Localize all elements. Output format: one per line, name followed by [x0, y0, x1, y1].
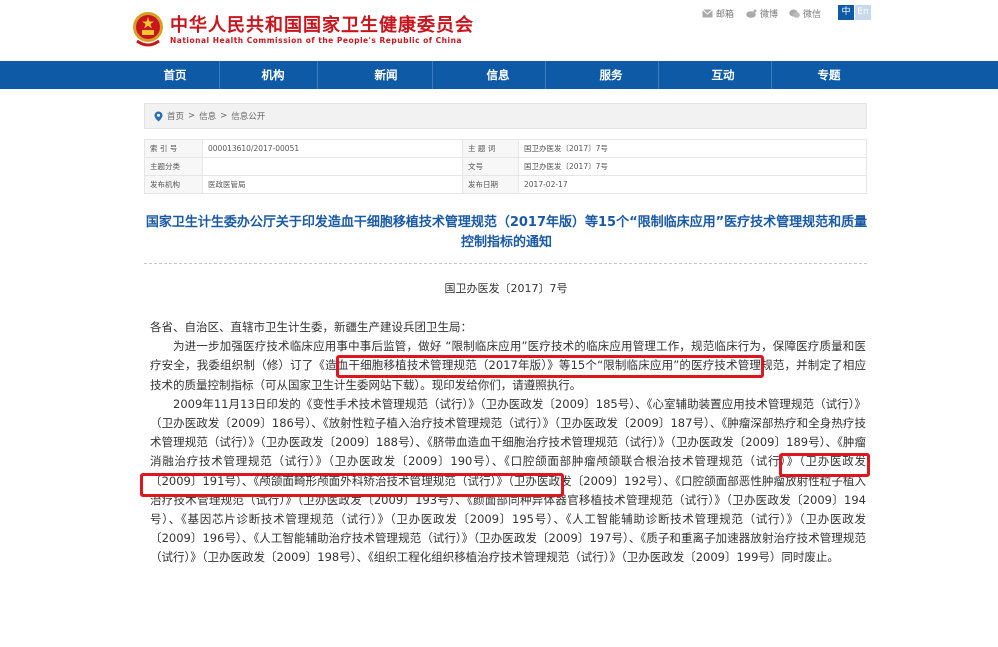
meta-label: 主 题 词: [462, 139, 519, 158]
share-wechat[interactable]: 微信: [789, 7, 821, 20]
table-row: 发布机构 医政医管局 发布日期 2017-02-17: [144, 175, 867, 194]
meta-label: 文号: [462, 157, 519, 176]
nav-institutions[interactable]: 机构: [228, 61, 318, 89]
meta-value: 000013610/2017-00051: [202, 139, 463, 158]
meta-value: 国卫办医发〔2017〕7号: [518, 157, 867, 176]
breadcrumb-information[interactable]: 信息: [199, 110, 216, 122]
meta-label: 索 引 号: [144, 139, 203, 158]
national-emblem-icon[interactable]: [131, 9, 165, 49]
nav-home[interactable]: 首页: [130, 61, 220, 89]
nav-divider: [219, 61, 220, 89]
share-mail[interactable]: 邮箱: [702, 7, 734, 20]
meta-value: 2017-02-17: [518, 175, 867, 194]
site-header: 中华人民共和国国家卫生健康委员会 National Health Commiss…: [0, 0, 998, 60]
nav-services[interactable]: 服务: [566, 61, 656, 89]
nav-divider: [658, 61, 659, 89]
nav-interaction[interactable]: 互动: [678, 61, 768, 89]
meta-label: 发布日期: [462, 175, 519, 194]
site-title-en[interactable]: National Health Commission of the People…: [170, 36, 462, 45]
nav-divider: [771, 61, 772, 89]
article-title: 国家卫生计生委办公厅关于印发造血干细胞移植技术管理规范（2017年版）等15个“…: [145, 215, 868, 250]
breadcrumb-separator: >: [220, 111, 228, 121]
breadcrumb-separator: >: [188, 111, 196, 121]
share-wechat-label: 微信: [803, 10, 822, 20]
breadcrumb-disclosure[interactable]: 信息公开: [231, 110, 265, 122]
paragraph-2: 2009年11月13日印发的《变性手术技术管理规范（试行）》（卫办医政发〔200…: [150, 396, 866, 565]
main-nav: 首页 机构 新闻 信息 服务 互动 专题: [0, 61, 998, 89]
nav-divider: [432, 61, 433, 89]
meta-value: 医政医管局: [202, 175, 463, 194]
nav-topics[interactable]: 专题: [784, 61, 874, 89]
meta-value: 国卫办医发〔2017〕7号: [518, 139, 867, 158]
paragraph-1: 为进一步加强医疗技术临床应用事中事后监管，做好 “限制临床应用”医疗技术的临床应…: [150, 339, 866, 392]
document-number: 国卫办医发〔2017〕7号: [444, 282, 568, 295]
breadcrumb-home[interactable]: 首页: [167, 110, 184, 122]
document-meta-table: 索 引 号 000013610/2017-00051 主 题 词 国卫办医发〔2…: [144, 139, 867, 194]
meta-label: 主题分类: [144, 157, 203, 176]
salutation: 各省、自治区、直辖市卫生计生委，新疆生产建设兵团卫生局：: [150, 320, 472, 334]
breadcrumb: 首页 > 信息 > 信息公开: [144, 103, 867, 129]
nav-divider: [317, 61, 318, 89]
meta-label: 发布机构: [144, 175, 203, 194]
share-weibo-label: 微博: [760, 10, 779, 20]
share-weibo[interactable]: 微博: [746, 7, 778, 20]
location-pin-icon: [154, 111, 163, 121]
weibo-icon: [746, 9, 757, 18]
article-body: 各省、自治区、直辖市卫生计生委，新疆生产建设兵团卫生局： 为进一步加强医疗技术临…: [150, 318, 866, 568]
nav-information[interactable]: 信息: [453, 61, 543, 89]
share-mail-label: 邮箱: [716, 10, 735, 20]
meta-value: [202, 157, 463, 176]
table-row: 主题分类 文号 国卫办医发〔2017〕7号: [144, 157, 867, 176]
table-row: 索 引 号 000013610/2017-00051 主 题 词 国卫办医发〔2…: [144, 139, 867, 158]
title-divider: [144, 263, 867, 264]
lang-zh-button[interactable]: 中: [838, 5, 854, 20]
lang-en-button[interactable]: En: [855, 5, 871, 20]
mail-icon: [702, 9, 713, 18]
nav-news[interactable]: 新闻: [341, 61, 431, 89]
wechat-icon: [789, 9, 800, 18]
site-title-cn[interactable]: 中华人民共和国国家卫生健康委员会: [170, 11, 474, 37]
nav-divider: [545, 61, 546, 89]
